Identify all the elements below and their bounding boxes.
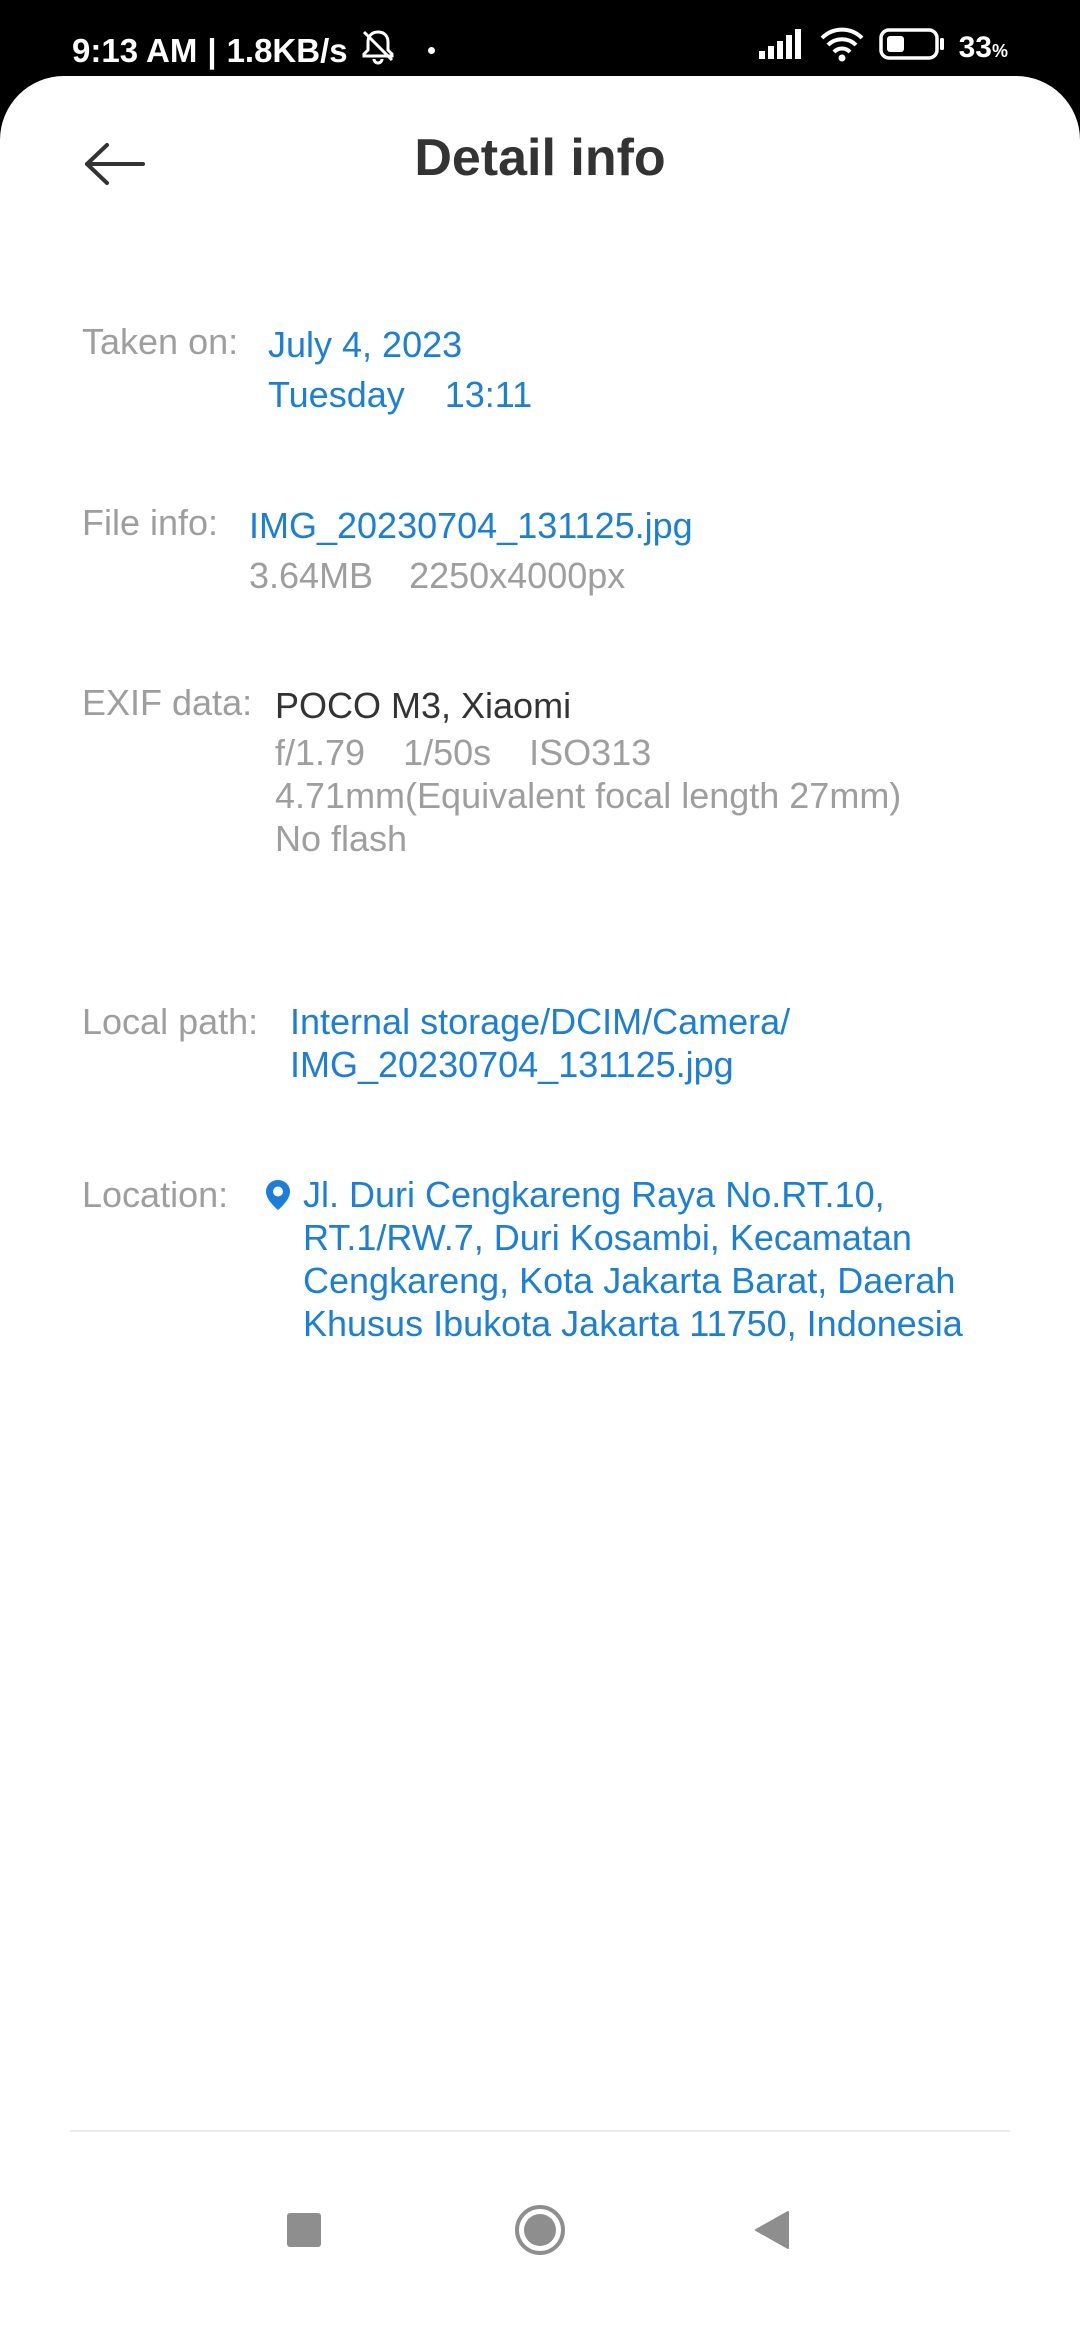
detail-sheet: Detail info Taken on: July 4, 2023 Tuesd… [0, 76, 1080, 2340]
exif-shutter: 1/50s [403, 732, 492, 773]
home-button[interactable] [500, 2192, 580, 2272]
status-left: 9:13 AM | 1.8KB/s [72, 26, 435, 75]
file-info-label: File info: [82, 502, 219, 543]
local-path-label: Local path: [82, 1001, 259, 1042]
location-line-4: Khusus Ibukota Jakarta 11750, Indonesia [303, 1303, 963, 1344]
recents-button[interactable] [264, 2192, 344, 2272]
exif-aperture: f/1.79 [275, 732, 366, 773]
location-label: Location: [82, 1174, 229, 1215]
status-right: 33% [758, 26, 1008, 70]
file-resolution: 2250x4000px [409, 555, 626, 596]
taken-on-row: Taken on: July 4, 2023 Tuesday 13:11 [82, 320, 1000, 420]
status-bar: 9:13 AM | 1.8KB/s 33% [0, 0, 1080, 76]
exif-label: EXIF data: [82, 682, 253, 723]
page-title: Detail info [414, 129, 666, 187]
file-info-values: IMG_20230704_131125.jpg 3.64MB 2250x4000p… [249, 501, 693, 601]
network-speed: 1.8KB/s [226, 31, 348, 69]
navigation-bar [0, 2130, 1080, 2340]
exif-exposure: f/1.79 1/50s ISO313 [275, 731, 901, 774]
file-size: 3.64MB [249, 555, 374, 596]
file-name[interactable]: IMG_20230704_131125.jpg [249, 501, 693, 551]
exif-focal: 4.71mm(Equivalent focal length 27mm) [275, 775, 902, 816]
exif-device: POCO M3, Xiaomi [275, 685, 572, 726]
taken-time: 13:11 [444, 374, 533, 415]
taken-on-label: Taken on: [82, 321, 239, 362]
status-separator: | [207, 31, 217, 69]
local-path-values[interactable]: Internal storage/DCIM/Camera/ IMG_202307… [290, 1000, 790, 1086]
exif-values: POCO M3, Xiaomi f/1.79 1/50s ISO313 4.71mm… [275, 681, 901, 860]
location-link[interactable]: Jl. Duri Cengkareng Raya No.RT.10, RT.1/… [265, 1173, 963, 1345]
location-line-2: RT.1/RW.7, Duri Kosambi, Kecamatan [303, 1217, 912, 1258]
exif-flash: No flash [275, 818, 408, 859]
nav-back-button[interactable] [732, 2192, 812, 2272]
battery-icon [878, 28, 945, 68]
location-pin-icon [265, 1173, 293, 1217]
location-line-3: Cengkareng, Kota Jakarta Barat, Daerah [303, 1260, 956, 1301]
exif-row: EXIF data: POCO M3, Xiaomi f/1.79 1/50s IS… [82, 681, 1000, 860]
exif-iso: ISO313 [529, 732, 652, 773]
location-address: Jl. Duri Cengkareng Raya No.RT.10, RT.1/… [303, 1173, 963, 1345]
location-line-1: Jl. Duri Cengkareng Raya No.RT.10, [303, 1174, 885, 1215]
notification-dot-icon [427, 47, 435, 54]
taken-day: Tuesday [268, 374, 405, 415]
circle-icon [513, 2203, 567, 2262]
local-path-line-2: IMG_20230704_131125.jpg [290, 1044, 734, 1085]
header: Detail info [0, 76, 1080, 246]
location-row: Location: Jl. Duri Cengkareng Raya No.RT… [82, 1173, 1000, 1345]
local-path-line-1: Internal storage/DCIM/Camera/ [290, 1001, 791, 1042]
status-time: 9:13 AM [72, 31, 198, 69]
taken-on-values: July 4, 2023 Tuesday 13:11 [268, 320, 532, 420]
file-info-row: File info: IMG_20230704_131125.jpg 3.64M… [82, 501, 1000, 601]
triangle-back-icon [754, 2210, 790, 2255]
battery-level: 33% [958, 31, 1008, 64]
nav-divider [70, 2130, 1010, 2132]
wifi-icon [819, 26, 865, 70]
square-icon [286, 2212, 322, 2253]
taken-day-time: Tuesday 13:11 [268, 370, 532, 420]
file-size-resolution: 3.64MB 2250x4000px [249, 551, 693, 601]
mute-icon [358, 26, 398, 75]
taken-date: July 4, 2023 [268, 324, 463, 365]
signal-icon [758, 29, 805, 67]
local-path-row: Local path: Internal storage/DCIM/Camera… [82, 1000, 1000, 1086]
